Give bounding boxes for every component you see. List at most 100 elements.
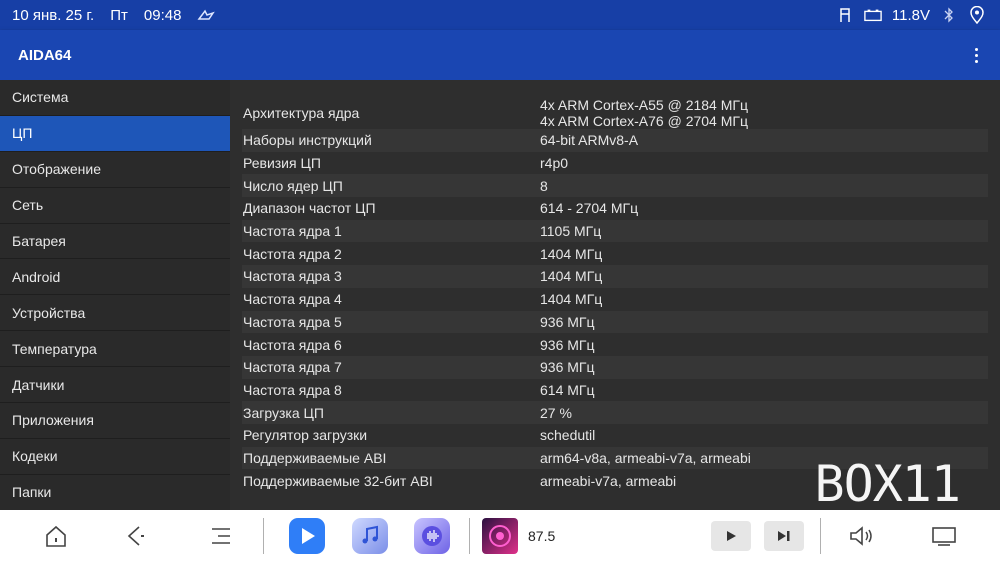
radio-album-art[interactable]: [482, 518, 518, 554]
music-app-button[interactable]: [352, 518, 388, 554]
nav-separator: [820, 518, 821, 554]
info-label: Частота ядра 6: [243, 336, 342, 353]
play-button[interactable]: [711, 521, 751, 551]
info-row: Число ядер ЦП 8: [242, 174, 988, 198]
info-label: Частота ядра 8: [243, 381, 342, 398]
info-value: 936 МГц: [540, 359, 595, 376]
box11-watermark: BOX11: [814, 455, 961, 513]
info-row: Наборы инструкций 64-bit ARMv8-A: [242, 129, 988, 152]
info-value: 614 - 2704 МГц: [540, 200, 639, 217]
info-value: 936 МГц: [540, 336, 595, 353]
overflow-menu-icon[interactable]: [956, 35, 996, 75]
info-label: Наборы инструкций: [243, 132, 372, 149]
home-icon: [46, 525, 66, 547]
status-weekday: Пт: [110, 6, 128, 24]
arch-line-2: 4x ARM Cortex-A76 @ 2704 МГц: [540, 112, 748, 129]
info-label: Частота ядра 3: [243, 268, 342, 285]
menu-icon: [212, 528, 230, 544]
info-label: Диапазон частот ЦП: [243, 200, 376, 217]
info-label: Частота ядра 4: [243, 291, 342, 308]
sidebar-item-apps[interactable]: Приложения: [0, 403, 230, 439]
info-label: Частота ядра 7: [243, 359, 342, 376]
speaker-icon: [850, 526, 872, 546]
info-row: Частота ядра 4 1404 МГц: [242, 288, 988, 311]
info-label: Поддерживаемые ABI: [243, 449, 387, 466]
battery-icon: [864, 6, 882, 24]
info-row: Частота ядра 5 936 МГц: [242, 310, 988, 334]
info-label: Частота ядра 2: [243, 245, 342, 262]
radio-frequency: 87.5: [528, 528, 556, 544]
audio-app-button[interactable]: [414, 518, 450, 554]
sidebar-item-folders[interactable]: Папки: [0, 475, 230, 511]
back-icon: [127, 526, 144, 546]
info-value: 1404 МГц: [540, 291, 603, 308]
sidebar-item-devices[interactable]: Устройства: [0, 295, 230, 332]
location-icon: [968, 6, 986, 24]
info-row: Частота ядра 3 1404 МГц: [242, 265, 988, 288]
info-label: Загрузка ЦП: [243, 404, 324, 421]
seat-icon: [836, 6, 854, 24]
info-row: Архитектура ядра 4x ARM Cortex-A55 @ 218…: [242, 96, 988, 129]
sidebar-item-display[interactable]: Отображение: [0, 152, 230, 188]
sound-wave-icon: [422, 526, 442, 546]
home-button[interactable]: [38, 518, 74, 554]
screen-button[interactable]: [926, 518, 962, 554]
info-row: Частота ядра 1 1105 МГц: [242, 219, 988, 243]
info-row: Частота ядра 7 936 МГц: [242, 355, 988, 379]
info-value: 1404 МГц: [540, 245, 603, 262]
sidebar-item-cpu[interactable]: ЦП: [0, 115, 230, 152]
info-row: Диапазон частот ЦП 614 - 2704 МГц: [242, 197, 988, 220]
info-value: 27 %: [540, 404, 572, 421]
sidebar-item-network[interactable]: Сеть: [0, 188, 230, 224]
play-app-icon: [302, 528, 315, 544]
status-time: 09:48: [143, 6, 182, 24]
next-track-button[interactable]: [764, 521, 804, 551]
info-row: Частота ядра 2 1404 МГц: [242, 242, 988, 265]
info-value: schedutil: [540, 427, 596, 444]
sidebar-item-system[interactable]: Система: [0, 80, 230, 116]
sidebar-item-sensors[interactable]: Датчики: [0, 367, 230, 404]
info-label: Число ядер ЦП: [243, 177, 343, 194]
info-value: 64-bit ARMv8-A: [540, 132, 639, 149]
info-row: Частота ядра 8 614 МГц: [242, 379, 988, 402]
music-note-icon: [362, 525, 378, 544]
info-value: 8: [540, 177, 548, 194]
info-value: 614 МГц: [540, 381, 595, 398]
volume-button[interactable]: [843, 518, 879, 554]
cpu-info-panel: Архитектура ядра 4x ARM Cortex-A55 @ 218…: [230, 80, 1000, 510]
info-value: 4x ARM Cortex-A55 @ 2184 МГц 4x ARM Cort…: [540, 97, 988, 129]
info-row: Загрузка ЦП 27 %: [242, 401, 988, 424]
status-bar: 10 янв. 25 г. Пт 09:48 11.8V: [0, 0, 1000, 30]
bluetooth-icon: [940, 6, 958, 24]
sidebar-item-codecs[interactable]: Кодеки: [0, 439, 230, 475]
back-button[interactable]: [118, 518, 154, 554]
monitor-icon: [932, 527, 956, 546]
info-value: 1404 МГц: [540, 268, 603, 285]
info-label: Частота ядра 5: [243, 313, 342, 330]
sidebar-item-android[interactable]: Android: [0, 259, 230, 296]
menu-button[interactable]: [203, 518, 239, 554]
voltage-value: 11.8V: [891, 6, 930, 24]
nav-separator: [469, 518, 470, 554]
play-icon: [727, 531, 736, 541]
app-title: AIDA64: [18, 46, 72, 64]
info-row: Ревизия ЦП r4p0: [242, 152, 988, 175]
info-label: Архитектура ядра: [243, 104, 360, 121]
status-date: 10 янв. 25 г.: [12, 6, 95, 24]
info-row: Регулятор загрузки schedutil: [242, 424, 988, 447]
video-app-button[interactable]: [289, 518, 325, 554]
nav-separator: [263, 518, 264, 554]
info-label: Поддерживаемые 32-бит ABI: [243, 472, 433, 489]
disc-icon: [489, 525, 511, 547]
info-value: 1105 МГц: [540, 223, 602, 240]
skip-next-icon: [778, 531, 790, 541]
info-label: Ревизия ЦП: [243, 155, 321, 172]
system-nav-bar: 87.5: [0, 510, 1000, 562]
info-row: Частота ядра 6 936 МГц: [242, 333, 988, 356]
app-bar: AIDA64: [0, 30, 1000, 80]
weather-icon: [197, 6, 216, 24]
info-label: Регулятор загрузки: [243, 427, 368, 444]
sidebar: Система ЦП Отображение Сеть Батарея Andr…: [0, 80, 230, 511]
sidebar-item-temperature[interactable]: Температура: [0, 331, 230, 368]
sidebar-item-battery[interactable]: Батарея: [0, 224, 230, 260]
